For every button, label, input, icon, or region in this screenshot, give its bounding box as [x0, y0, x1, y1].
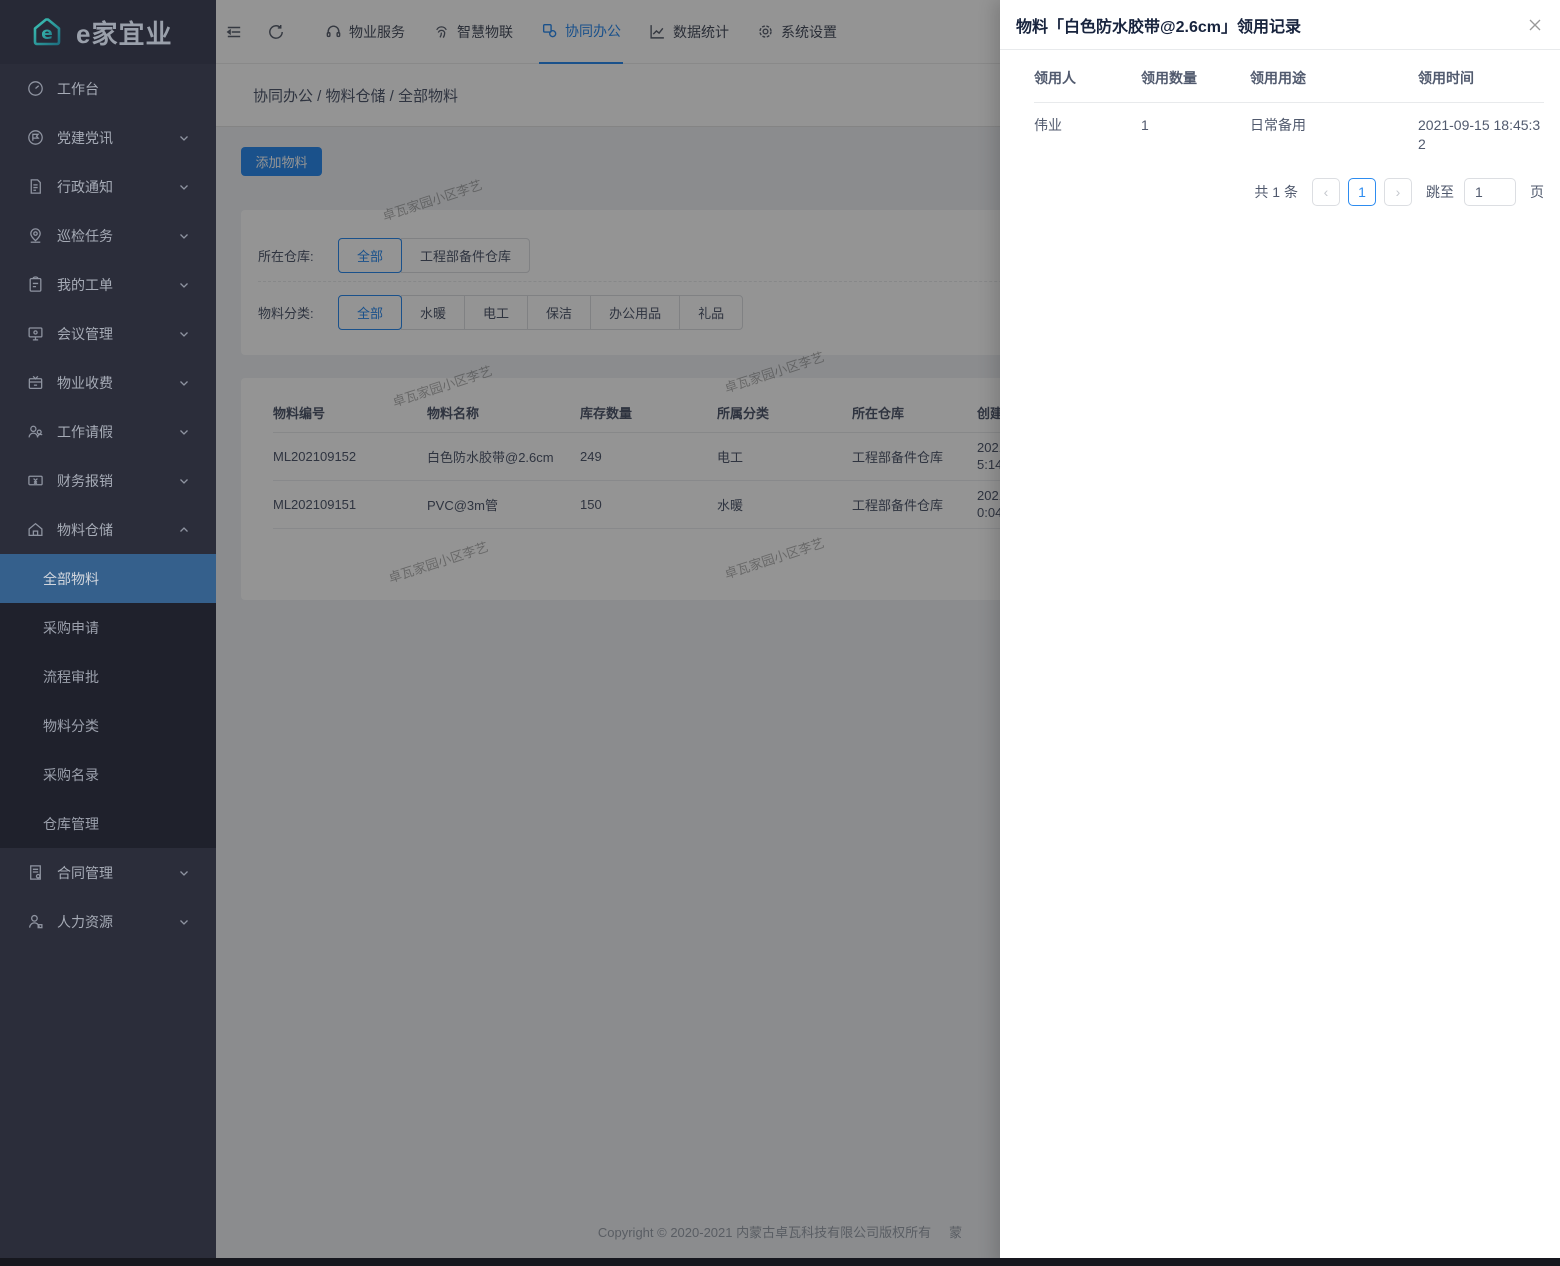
people-icon [27, 423, 44, 440]
logo-text: e家宜业 [76, 14, 172, 51]
sidebar-item-label: 财务报销 [57, 471, 178, 491]
sidebar-item-label: 行政通知 [57, 177, 178, 197]
sidebar-item-my-workorders[interactable]: 我的工单 [0, 260, 216, 309]
logo: e e家宜业 [0, 0, 216, 64]
usage-records-table: 领用人 领用数量 领用用途 领用时间 伟业 1 日常备用 2021-09-15 … [1034, 68, 1544, 154]
sidebar-item-purchase-catalog[interactable]: 采购名录 [0, 750, 216, 799]
sub-item-label: 采购名录 [43, 765, 99, 785]
page-1-button[interactable]: 1 [1348, 178, 1376, 206]
sidebar-item-admin-notice[interactable]: 行政通知 [0, 162, 216, 211]
sidebar-item-property-fees[interactable]: 物业收费 [0, 358, 216, 407]
sub-item-label: 流程审批 [43, 667, 99, 687]
chevron-down-icon [178, 867, 190, 879]
close-icon[interactable] [1524, 14, 1546, 36]
sidebar-item-all-materials[interactable]: 全部物料 [0, 554, 216, 603]
sidebar-item-inspection-tasks[interactable]: 巡检任务 [0, 211, 216, 260]
contract-icon [27, 864, 44, 881]
chevron-down-icon [178, 426, 190, 438]
map-pin-icon [27, 227, 44, 244]
drawer-header: 物料「白色防水胶带@2.6cm」领用记录 [1000, 0, 1560, 50]
sidebar: e e家宜业 工作台 党建党讯 行政通知 巡检任务 [0, 0, 216, 1258]
drawer-title: 物料「白色防水胶带@2.6cm」领用记录 [1016, 13, 1301, 37]
cashbox-icon [27, 374, 44, 391]
sidebar-item-contract-mgmt[interactable]: 合同管理 [0, 848, 216, 897]
sidebar-item-material-warehouse[interactable]: 物料仓储 [0, 505, 216, 554]
warehouse-submenu: 全部物料 采购申请 流程审批 物料分类 采购名录 仓库管理 [0, 554, 216, 848]
chevron-down-icon [178, 132, 190, 144]
col-user: 领用人 [1034, 68, 1141, 103]
sidebar-item-label: 我的工单 [57, 275, 178, 295]
sidebar-item-material-category[interactable]: 物料分类 [0, 701, 216, 750]
svg-text:e: e [41, 24, 53, 44]
clipboard-icon [27, 276, 44, 293]
jump-to-label: 跳至 [1426, 182, 1454, 202]
sidebar-item-label: 合同管理 [57, 863, 178, 883]
sidebar-item-human-resources[interactable]: 人力资源 [0, 897, 216, 946]
pagination: 共 1 条 ‹ 1 › 跳至 页 [1254, 178, 1544, 206]
sub-item-label: 全部物料 [43, 569, 99, 589]
page-suffix-label: 页 [1530, 182, 1544, 202]
chevron-down-icon [178, 279, 190, 291]
chevron-down-icon [178, 916, 190, 928]
sidebar-item-process-approval[interactable]: 流程审批 [0, 652, 216, 701]
usage-qty: 1 [1141, 103, 1250, 155]
sidebar-item-label: 物业收费 [57, 373, 178, 393]
usage-user-link[interactable]: 伟业 [1034, 103, 1141, 155]
sidebar-item-work-leave[interactable]: 工作请假 [0, 407, 216, 456]
sub-item-label: 仓库管理 [43, 814, 99, 834]
chevron-down-icon [178, 230, 190, 242]
sidebar-item-workbench[interactable]: 工作台 [0, 64, 216, 113]
app-window: e e家宜业 工作台 党建党讯 行政通知 巡检任务 [0, 0, 1560, 1266]
dashboard-icon [27, 80, 44, 97]
sidebar-item-label: 人力资源 [57, 912, 178, 932]
logo-house-icon: e [30, 15, 64, 49]
sidebar-nav: 工作台 党建党讯 行政通知 巡检任务 我的工单 [0, 64, 216, 946]
usage-purpose: 日常备用 [1250, 103, 1418, 155]
pagination-total: 共 1 条 [1254, 182, 1298, 202]
party-flag-icon [27, 129, 44, 146]
usage-table-header: 领用人 领用数量 领用用途 领用时间 [1034, 68, 1544, 103]
sidebar-item-label: 工作请假 [57, 422, 178, 442]
table-row: 伟业 1 日常备用 2021-09-15 18:45:32 [1034, 103, 1544, 155]
sidebar-item-meeting-mgmt[interactable]: 会议管理 [0, 309, 216, 358]
window-bottom-edge [0, 1258, 1560, 1266]
warehouse-icon [27, 521, 44, 538]
usage-time: 2021-09-15 18:45:32 [1418, 103, 1544, 155]
jump-page-input[interactable] [1464, 178, 1516, 206]
sidebar-item-party-news[interactable]: 党建党讯 [0, 113, 216, 162]
col-time: 领用时间 [1418, 68, 1544, 103]
sub-item-label: 采购申请 [43, 618, 99, 638]
person-icon [27, 913, 44, 930]
sidebar-item-purchase-request[interactable]: 采购申请 [0, 603, 216, 652]
col-qty: 领用数量 [1141, 68, 1250, 103]
sidebar-item-label: 工作台 [57, 79, 190, 99]
usage-record-drawer: 物料「白色防水胶带@2.6cm」领用记录 领用人 领用数量 领用用途 领用时间 … [1000, 0, 1560, 1266]
sidebar-item-finance-reimburse[interactable]: 财务报销 [0, 456, 216, 505]
chevron-down-icon [178, 377, 190, 389]
next-page-button[interactable]: › [1384, 178, 1412, 206]
sidebar-item-label: 物料仓储 [57, 520, 178, 540]
prev-page-button[interactable]: ‹ [1312, 178, 1340, 206]
sub-item-label: 物料分类 [43, 716, 99, 736]
document-icon [27, 178, 44, 195]
chevron-down-icon [178, 328, 190, 340]
chevron-down-icon [178, 475, 190, 487]
monitor-icon [27, 325, 44, 342]
chevron-up-icon [178, 524, 190, 536]
sidebar-item-label: 会议管理 [57, 324, 178, 344]
sidebar-item-warehouse-mgmt[interactable]: 仓库管理 [0, 799, 216, 848]
col-purpose: 领用用途 [1250, 68, 1418, 103]
sidebar-item-label: 巡检任务 [57, 226, 178, 246]
sidebar-item-label: 党建党讯 [57, 128, 178, 148]
chevron-down-icon [178, 181, 190, 193]
banknote-icon [27, 472, 44, 489]
